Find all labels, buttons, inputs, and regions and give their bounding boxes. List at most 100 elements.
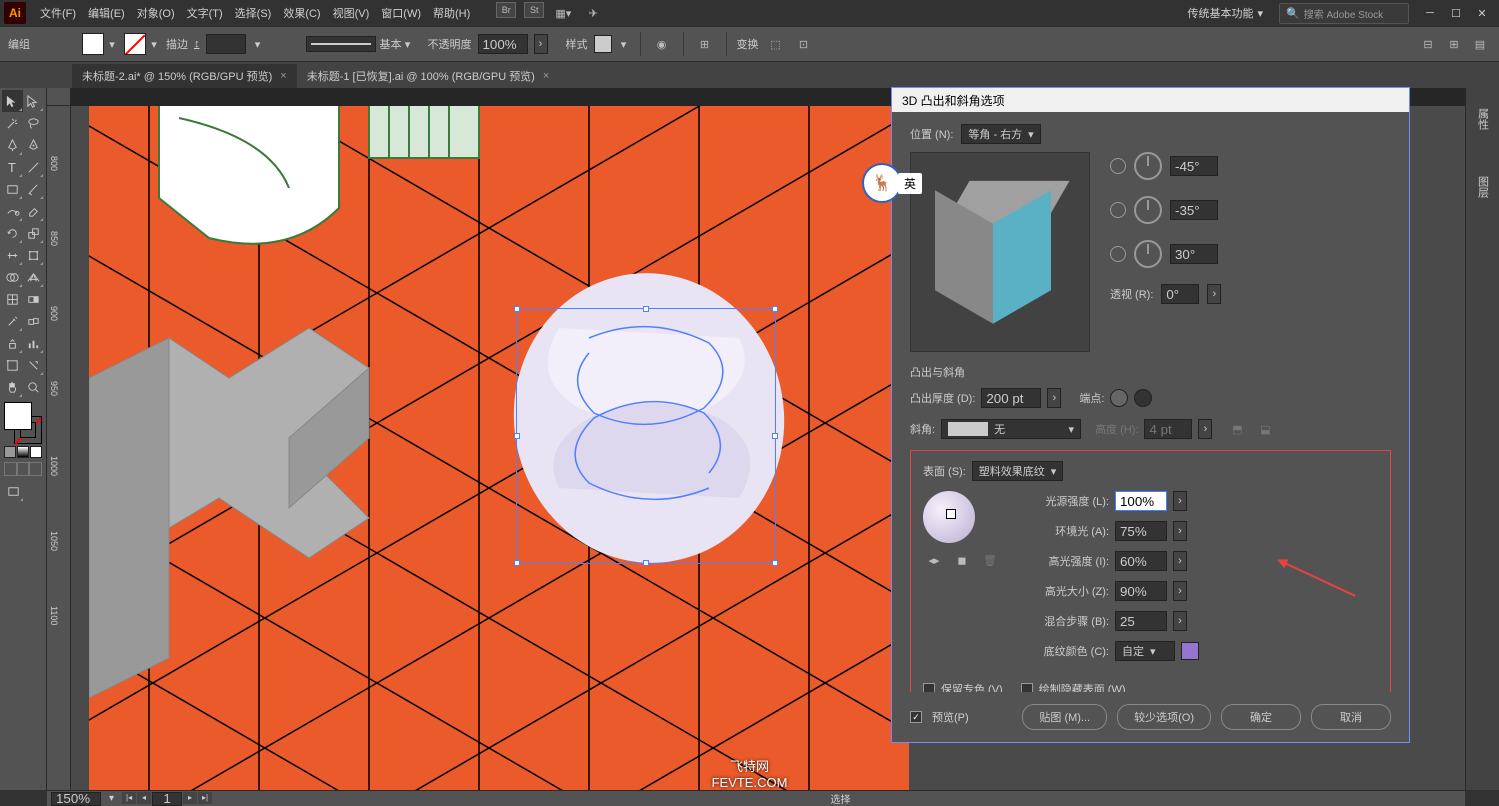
stroke-profile-preview[interactable] — [306, 36, 376, 52]
artboard-tool[interactable] — [2, 354, 23, 376]
eyedropper-tool[interactable] — [2, 310, 23, 332]
selection-handle-n[interactable] — [643, 306, 649, 312]
search-stock-input[interactable]: 🔍 搜索 Adobe Stock — [1279, 3, 1409, 24]
draw-inside[interactable] — [29, 462, 42, 476]
blend-tool[interactable] — [23, 310, 44, 332]
tab-close-icon[interactable]: × — [543, 70, 549, 82]
maximize-button[interactable]: ☐ — [1443, 3, 1469, 23]
document-tab-2[interactable]: 未标题-1 [已恢复].ai @ 100% (RGB/GPU 预览) × — [297, 64, 560, 88]
zoom-dropdown[interactable]: ▾ — [109, 793, 114, 804]
menu-select[interactable]: 选择(S) — [229, 1, 278, 25]
color-mode-none[interactable] — [30, 446, 42, 458]
cap-on-button[interactable] — [1110, 389, 1128, 407]
perspective-stepper[interactable]: › — [1207, 284, 1221, 304]
blend-steps-input[interactable] — [1115, 611, 1167, 631]
direct-selection-tool[interactable] — [23, 90, 44, 112]
type-tool[interactable]: T — [2, 156, 23, 178]
rotate-x-input[interactable] — [1170, 156, 1218, 176]
workspace-switcher[interactable]: 传统基本功能 ▾ — [1179, 3, 1271, 23]
stroke-dropdown[interactable]: ▾ — [148, 38, 160, 51]
bridge-icon[interactable]: Br — [496, 2, 516, 18]
stroke-profile-dropdown[interactable]: ▾ — [402, 38, 414, 51]
rotate-x-dial[interactable] — [1134, 152, 1162, 180]
rotation-cube-preview[interactable] — [910, 152, 1090, 352]
rotate-z-input[interactable] — [1170, 244, 1218, 264]
transform-mesh-icon[interactable]: ⊡ — [793, 33, 815, 55]
preview-checkbox[interactable] — [910, 711, 922, 723]
fill-dropdown[interactable]: ▾ — [106, 38, 118, 51]
lasso-tool[interactable] — [23, 112, 44, 134]
curvature-tool[interactable] — [23, 134, 44, 156]
recolor-icon[interactable]: ◉ — [651, 33, 673, 55]
selection-handle-sw[interactable] — [514, 560, 520, 566]
zoom-tool[interactable] — [23, 376, 44, 398]
light-intensity-stepper[interactable]: › — [1173, 491, 1187, 511]
rotate-tool[interactable] — [2, 222, 23, 244]
shading-color-select[interactable]: 自定 ▾ — [1115, 641, 1175, 661]
document-tab-1[interactable]: 未标题-2.ai* @ 150% (RGB/GPU 预览) × — [72, 64, 297, 88]
depth-stepper[interactable]: › — [1047, 388, 1061, 408]
stroke-swatch[interactable] — [124, 33, 146, 55]
column-graph-tool[interactable] — [23, 332, 44, 354]
menu-effect[interactable]: 效果(C) — [277, 1, 326, 25]
selection-handle-ne[interactable] — [772, 306, 778, 312]
scale-tool[interactable] — [23, 222, 44, 244]
depth-input[interactable] — [981, 388, 1041, 408]
bevel-in-icon[interactable]: ⬒ — [1226, 418, 1248, 440]
gpu-icon[interactable]: ✈ — [582, 2, 604, 24]
ok-button[interactable]: 确定 — [1221, 704, 1301, 730]
panel-toggle-2[interactable]: ⊞ — [1443, 33, 1465, 55]
light-intensity-input[interactable] — [1115, 491, 1167, 511]
stroke-width-dropdown[interactable]: ▾ — [252, 38, 264, 51]
stroke-link-icon[interactable]: ↕ — [194, 38, 200, 50]
rectangle-tool[interactable] — [2, 178, 23, 200]
fewer-options-button[interactable]: 较少选项(O) — [1117, 704, 1211, 730]
highlight-intensity-input[interactable] — [1115, 551, 1167, 571]
light-sphere-preview[interactable] — [923, 491, 975, 543]
perspective-grid-tool[interactable] — [23, 266, 44, 288]
width-tool[interactable] — [2, 244, 23, 266]
move-light-back-icon[interactable]: ◂▸ — [923, 549, 945, 571]
stroke-width-input[interactable] — [206, 34, 246, 54]
shape-builder-tool[interactable] — [2, 266, 23, 288]
close-button[interactable]: ✕ — [1469, 3, 1495, 23]
blend-steps-stepper[interactable]: › — [1173, 611, 1187, 631]
menu-view[interactable]: 视图(V) — [327, 1, 376, 25]
rotate-y-dial[interactable] — [1134, 196, 1162, 224]
selection-handle-nw[interactable] — [514, 306, 520, 312]
transform-label[interactable]: 变换 — [737, 36, 759, 52]
hand-tool[interactable] — [2, 376, 23, 398]
selection-tool[interactable] — [2, 90, 23, 112]
selection-handle-se[interactable] — [772, 560, 778, 566]
opacity-input[interactable] — [478, 34, 528, 54]
bevel-select[interactable]: 无 ▾ — [941, 419, 1081, 439]
selection-handle-s[interactable] — [643, 560, 649, 566]
gradient-tool[interactable] — [23, 288, 44, 310]
ruler-origin[interactable] — [47, 88, 71, 106]
cap-off-button[interactable] — [1134, 389, 1152, 407]
rotate-z-dial[interactable] — [1134, 240, 1162, 268]
cancel-button[interactable]: 取消 — [1311, 704, 1391, 730]
fill-color[interactable] — [4, 402, 32, 430]
panel-properties[interactable]: 属性 — [1475, 108, 1491, 130]
menu-file[interactable]: 文件(F) — [34, 1, 82, 25]
height-stepper[interactable]: › — [1198, 419, 1212, 439]
selection-handle-e[interactable] — [772, 433, 778, 439]
bevel-out-icon[interactable]: ⬓ — [1254, 418, 1276, 440]
next-artboard-button[interactable]: ▸ — [183, 792, 197, 804]
last-artboard-button[interactable]: ▸| — [198, 792, 212, 804]
ruler-vertical[interactable]: 800 850 900 950 1000 1050 1100 — [47, 106, 71, 790]
mesh-tool[interactable] — [2, 288, 23, 310]
draw-behind[interactable] — [17, 462, 30, 476]
minimize-button[interactable]: ─ — [1417, 3, 1443, 23]
draw-normal[interactable] — [4, 462, 17, 476]
highlight-size-input[interactable] — [1115, 581, 1167, 601]
new-light-icon[interactable]: ◼ — [951, 549, 973, 571]
selection-handle-w[interactable] — [514, 433, 520, 439]
draw-hidden-checkbox[interactable] — [1021, 683, 1033, 692]
menu-edit[interactable]: 编辑(E) — [82, 1, 131, 25]
menu-help[interactable]: 帮助(H) — [427, 1, 476, 25]
style-swatch[interactable] — [594, 35, 612, 53]
panel-layers[interactable]: 图层 — [1475, 176, 1491, 198]
paintbrush-tool[interactable] — [23, 178, 44, 200]
